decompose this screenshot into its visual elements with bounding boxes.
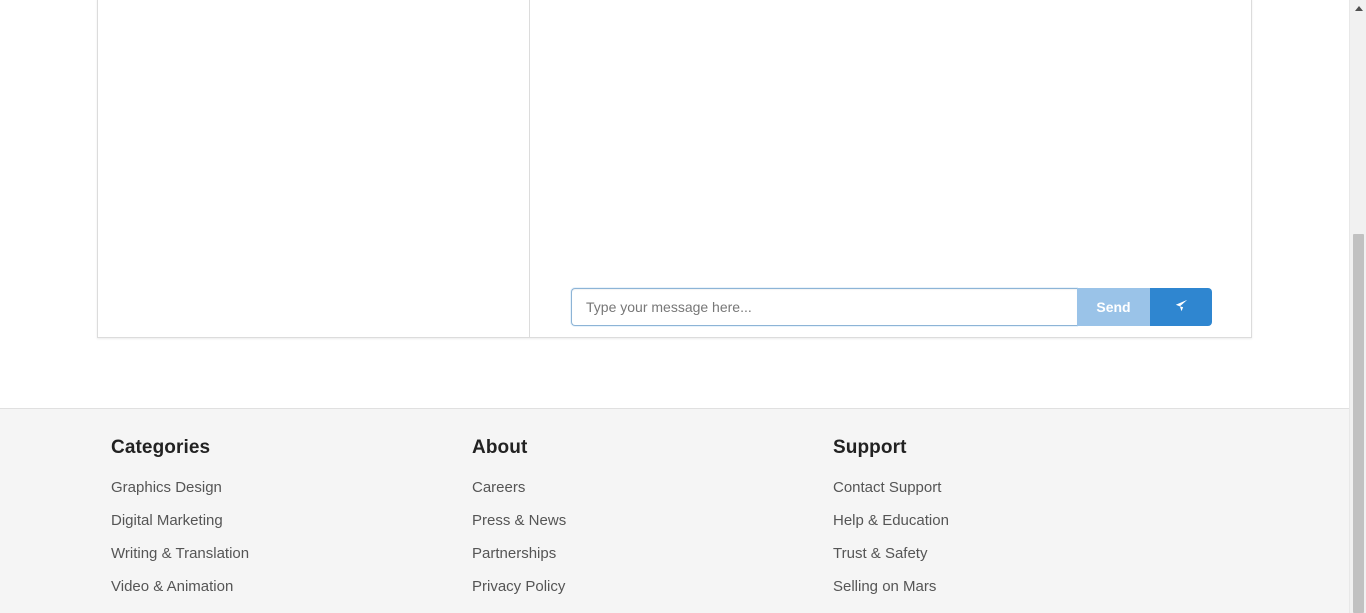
vertical-scrollbar[interactable] [1349,0,1366,613]
footer-link-contact-support[interactable]: Contact Support [833,478,949,511]
send-button[interactable]: Send [1077,288,1150,326]
conversation-panel: Send [531,0,1251,337]
footer-link-writing-translation[interactable]: Writing & Translation [111,544,249,577]
footer-heading-support: Support [833,437,907,458]
scrollbar-thumb[interactable] [1353,234,1364,613]
paper-plane-icon [1175,299,1188,315]
footer-link-partnerships[interactable]: Partnerships [472,544,566,577]
footer-heading-categories: Categories [111,437,211,458]
footer-link-press-news[interactable]: Press & News [472,511,566,544]
message-input[interactable] [571,288,1077,326]
footer-link-privacy-policy[interactable]: Privacy Policy [472,577,566,610]
page: Send Categories Graphics Design Digital … [0,0,1366,613]
footer-link-digital-marketing[interactable]: Digital Marketing [111,511,249,544]
footer-about: About Careers Press & News Partnerships … [472,437,566,610]
footer-link-selling-on-mars[interactable]: Selling on Mars [833,577,949,610]
footer-heading-about: About [472,437,528,458]
chat-container: Send [97,0,1252,338]
footer-link-video-animation[interactable]: Video & Animation [111,577,249,610]
message-composer: Send [571,288,1212,326]
footer-support: Support Contact Support Help & Education… [833,437,949,610]
site-footer: Categories Graphics Design Digital Marke… [0,408,1349,613]
scroll-up-arrow-icon[interactable] [1350,0,1366,17]
footer-link-help-education[interactable]: Help & Education [833,511,949,544]
send-plane-button[interactable] [1150,288,1212,326]
footer-link-careers[interactable]: Careers [472,478,566,511]
footer-link-graphics-design[interactable]: Graphics Design [111,478,249,511]
footer-categories: Categories Graphics Design Digital Marke… [111,437,249,610]
footer-link-trust-safety[interactable]: Trust & Safety [833,544,949,577]
contacts-panel [98,0,530,337]
